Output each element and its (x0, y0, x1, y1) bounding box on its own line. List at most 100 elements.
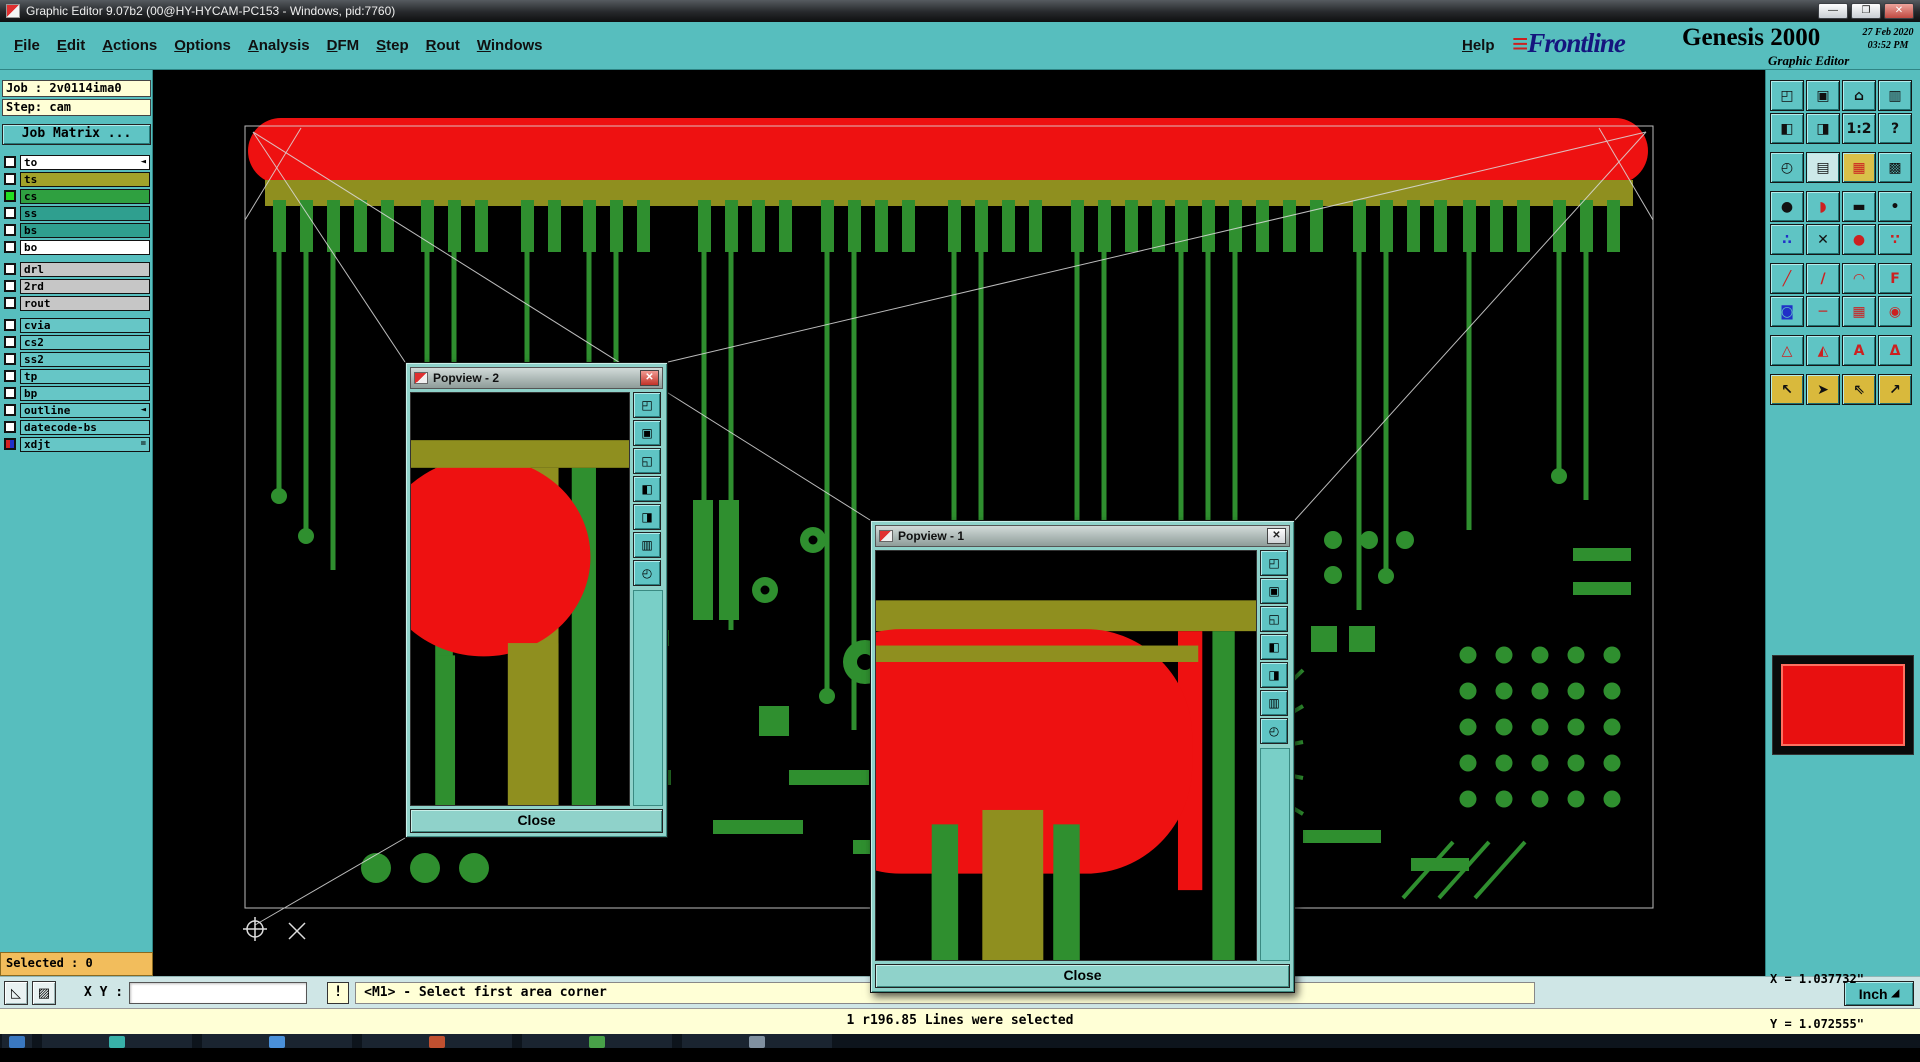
close-button[interactable]: ✕ (1884, 3, 1914, 19)
view-panel-icon[interactable]: ▥ (1878, 80, 1912, 111)
triangle-tool-icon[interactable]: △ (1770, 335, 1804, 366)
pv-zoom-window-icon[interactable]: ◰ (633, 392, 661, 418)
color-table-icon[interactable]: ▦ (1842, 152, 1876, 183)
layer-name[interactable]: bo (20, 239, 150, 255)
menu-actions[interactable]: Actions (102, 37, 157, 54)
zoom-ratio-icon[interactable]: 1:2 (1842, 113, 1876, 144)
menu-options[interactable]: Options (174, 37, 231, 54)
taskbar-item[interactable] (682, 1034, 832, 1048)
layer-row-ss2[interactable]: ss2 (4, 351, 150, 367)
menu-file[interactable]: File (14, 37, 40, 54)
pv-refresh-icon[interactable]: ◴ (1260, 718, 1288, 744)
select-arrow-icon[interactable]: ↖ (1770, 374, 1804, 405)
select-target-icon[interactable]: ↗ (1878, 374, 1912, 405)
popview-1-titlebar[interactable]: Popview - 1 ✕ (875, 525, 1290, 547)
popview-1-canvas[interactable] (875, 550, 1257, 961)
pv-layers-icon[interactable]: ▥ (1260, 690, 1288, 716)
help-mode-icon[interactable]: ? (1878, 113, 1912, 144)
view-screen-icon[interactable]: ▣ (1806, 80, 1840, 111)
h-line-tool-icon[interactable]: ─ (1806, 296, 1840, 327)
popview-2-close-button[interactable]: Close (410, 809, 663, 833)
layer-name[interactable]: bs (20, 222, 150, 238)
layer-visibility-checkbox[interactable] (4, 190, 16, 202)
menu-help[interactable]: Help (1462, 22, 1495, 69)
layer-name[interactable]: cvia (20, 317, 150, 333)
layer-row-bo[interactable]: bo (4, 239, 150, 255)
popview-1-close-icon[interactable]: ✕ (1267, 528, 1286, 544)
popview-2-titlebar[interactable]: Popview - 2 ✕ (410, 367, 663, 389)
round-pad-tool-icon[interactable]: ◉ (1878, 296, 1912, 327)
text-a-tool-icon[interactable]: A (1842, 335, 1876, 366)
layer-visibility-checkbox[interactable] (4, 319, 16, 331)
menu-rout[interactable]: Rout (426, 37, 460, 54)
menu-edit[interactable]: Edit (57, 37, 85, 54)
layer-name[interactable]: outline ◄ (20, 402, 150, 418)
layer-visibility-checkbox[interactable] (4, 156, 16, 168)
layer-row-ts[interactable]: ts (4, 171, 150, 187)
select-pick-icon[interactable]: ➤ (1806, 374, 1840, 405)
view-window-icon[interactable]: ◰ (1770, 80, 1804, 111)
layer-visibility-checkbox[interactable] (4, 224, 16, 236)
pattern-table-icon[interactable]: ▩ (1878, 152, 1912, 183)
minimize-button[interactable]: — (1818, 3, 1848, 19)
pv-prev-view-icon[interactable]: ◧ (1260, 634, 1288, 660)
layer-name[interactable]: rout (20, 295, 150, 311)
grid-tool-icon[interactable]: ▦ (1842, 296, 1876, 327)
layer-visibility-checkbox[interactable] (4, 438, 16, 450)
layer-row-outline[interactable]: outline ◄ (4, 402, 150, 418)
alert-button[interactable]: ! (327, 981, 350, 1004)
erase-mode-icon[interactable]: ✕ (1806, 224, 1840, 255)
pv-next-view-icon[interactable]: ◨ (633, 504, 661, 530)
layer-name[interactable]: ss2 (20, 351, 150, 367)
grid-display-icon[interactable]: ▤ (1806, 152, 1840, 183)
popview-scrollbar[interactable] (633, 590, 663, 806)
pv-pan-icon[interactable]: ◱ (1260, 606, 1288, 632)
layer-visibility-checkbox[interactable] (4, 387, 16, 399)
pad-frame-tool-icon[interactable]: ◙ (1770, 296, 1804, 327)
pv-fit-icon[interactable]: ▣ (633, 420, 661, 446)
layer-row-bp[interactable]: bp (4, 385, 150, 401)
job-matrix-button[interactable]: Job Matrix ... (2, 124, 151, 145)
layer-name[interactable]: 2rd (20, 278, 150, 294)
menu-analysis[interactable]: Analysis (248, 37, 310, 54)
layer-name[interactable]: cs (20, 188, 150, 204)
layer-visibility-checkbox[interactable] (4, 336, 16, 348)
layer-visibility-checkbox[interactable] (4, 241, 16, 253)
points-mode-icon[interactable]: ∴ (1770, 224, 1804, 255)
layer-row-bs[interactable]: bs (4, 222, 150, 238)
solid-circle-mode-icon[interactable]: ● (1770, 191, 1804, 222)
polygon-tool-icon[interactable]: Δ (1878, 335, 1912, 366)
layer-name[interactable]: drl (20, 261, 150, 277)
scatter-mode-icon[interactable]: ∵ (1878, 224, 1912, 255)
layer-name[interactable]: bp (20, 385, 150, 401)
layer-row-drl[interactable]: drl (4, 261, 150, 277)
pv-pan-icon[interactable]: ◱ (633, 448, 661, 474)
popview-2-close-icon[interactable]: ✕ (640, 370, 659, 386)
popview-1-close-button[interactable]: Close (875, 964, 1290, 988)
taskbar-item[interactable] (42, 1034, 192, 1048)
layer-row-to[interactable]: to ◄ (4, 154, 150, 170)
layer-visibility-checkbox[interactable] (4, 297, 16, 309)
pan-right-icon[interactable]: ◨ (1806, 113, 1840, 144)
layer-row-tp[interactable]: tp (4, 368, 150, 384)
window-titlebar[interactable]: Graphic Editor 9.07b2 (00@HY-HYCAM-PC153… (0, 0, 1920, 22)
area-corner-tool-icon[interactable]: ◺ (4, 980, 28, 1005)
xy-input[interactable] (129, 981, 308, 1004)
line-draw-icon[interactable]: ╱ (1770, 263, 1804, 294)
layer-row-cs2[interactable]: cs2 (4, 334, 150, 350)
layer-visibility-checkbox[interactable] (4, 173, 16, 185)
menu-step[interactable]: Step (376, 37, 409, 54)
layer-name[interactable]: ss (20, 205, 150, 221)
popview-scrollbar[interactable] (1260, 748, 1290, 961)
layer-row-rout[interactable]: rout (4, 295, 150, 311)
taskbar-item[interactable] (2, 1034, 32, 1048)
layer-visibility-checkbox[interactable] (4, 421, 16, 433)
menu-dfm[interactable]: DFM (327, 37, 360, 54)
layer-visibility-checkbox[interactable] (4, 207, 16, 219)
pv-prev-view-icon[interactable]: ◧ (633, 476, 661, 502)
layer-row-cs[interactable]: cs (4, 188, 150, 204)
layer-visibility-checkbox[interactable] (4, 404, 16, 416)
layer-visibility-checkbox[interactable] (4, 370, 16, 382)
point-mode-icon[interactable]: ● (1842, 224, 1876, 255)
pv-next-view-icon[interactable]: ◨ (1260, 662, 1288, 688)
